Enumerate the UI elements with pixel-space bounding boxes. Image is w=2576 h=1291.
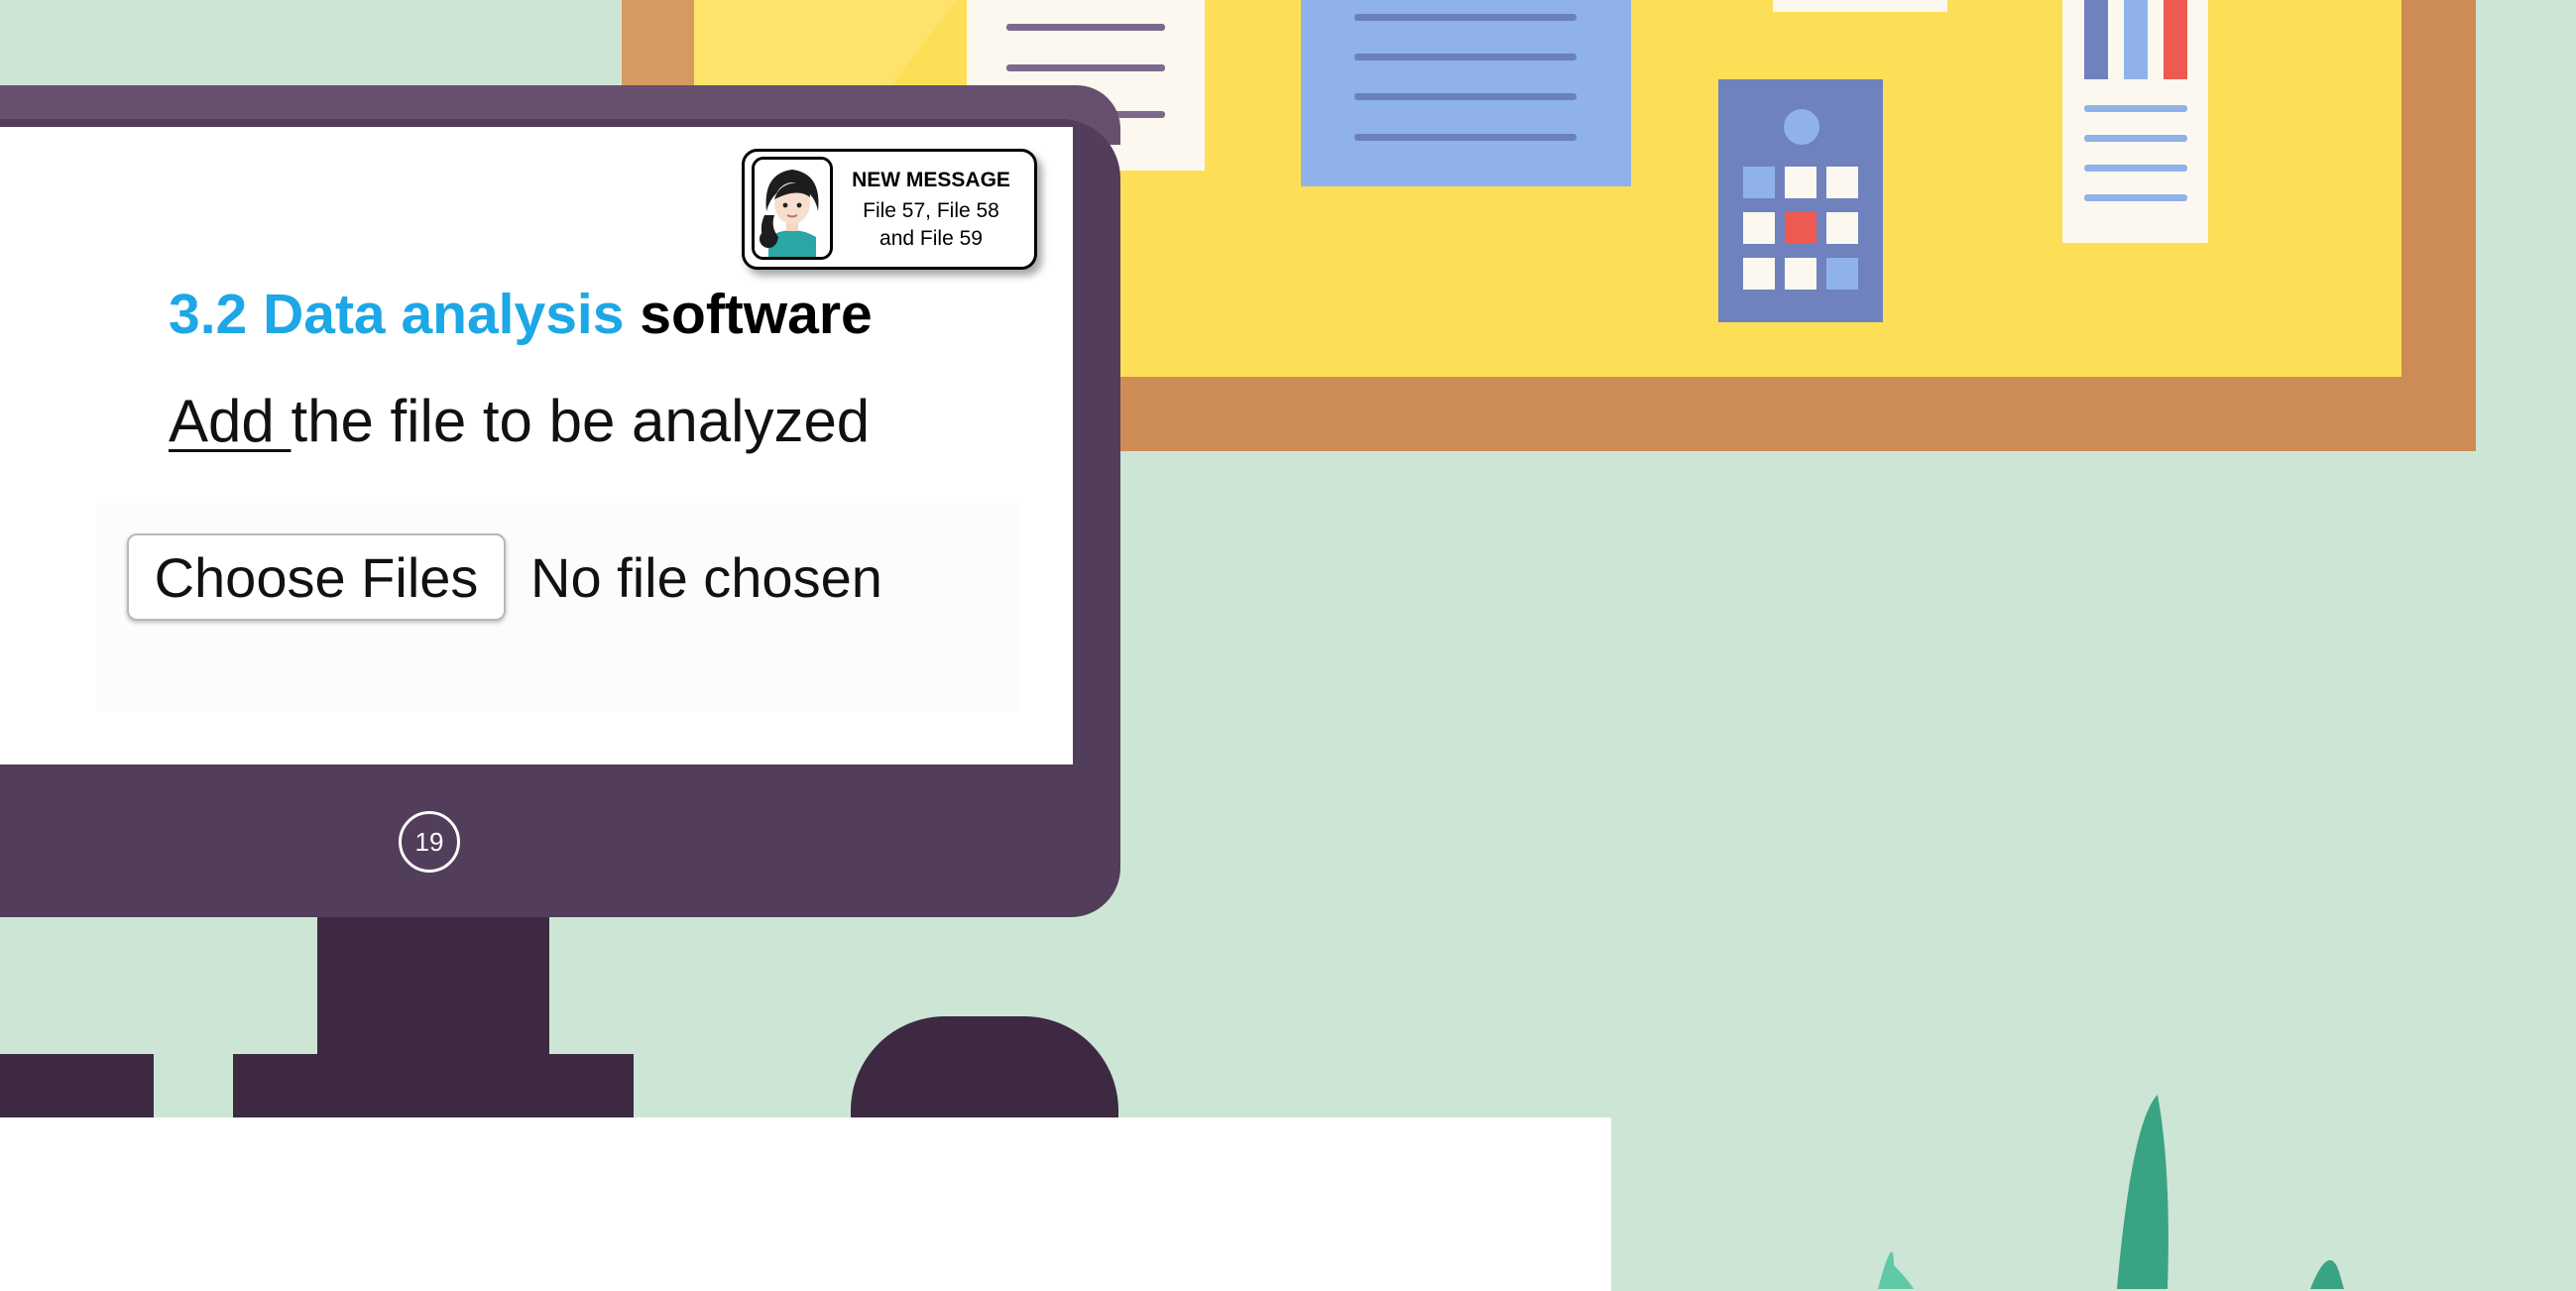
woman-avatar-icon <box>752 157 833 260</box>
monitor-stand-neck <box>317 917 549 1061</box>
monitor-stand-base <box>233 1054 634 1123</box>
pinned-chart-note <box>2062 0 2208 243</box>
slide-heading: 3.2 Data analysis software <box>169 282 873 347</box>
instruction-underlined: Add <box>169 388 292 454</box>
instruction-text: Add the file to be analyzed <box>169 387 870 455</box>
calendar-card <box>1718 79 1883 322</box>
plant-leaves <box>1878 1095 2344 1289</box>
notification-line-1: File 57, File 58 <box>863 199 999 222</box>
heading-black-text: software <box>640 283 873 346</box>
notification-title: NEW MESSAGE <box>852 169 1010 191</box>
desk-item-left <box>0 1054 154 1123</box>
file-status-text: No file chosen <box>530 546 882 609</box>
choose-files-button[interactable]: Choose Files <box>127 533 506 621</box>
pinned-note-2 <box>1301 0 1631 186</box>
instruction-rest: the file to be analyzed <box>291 388 871 454</box>
notification-line-2: and File 59 <box>879 227 983 250</box>
calendar-pin <box>1784 109 1819 145</box>
pinned-note-3 <box>1773 0 1947 12</box>
desk-surface <box>0 1117 1611 1291</box>
page-number-badge: 19 <box>399 811 460 873</box>
heading-blue-text: 3.2 Data analysis <box>169 283 625 346</box>
